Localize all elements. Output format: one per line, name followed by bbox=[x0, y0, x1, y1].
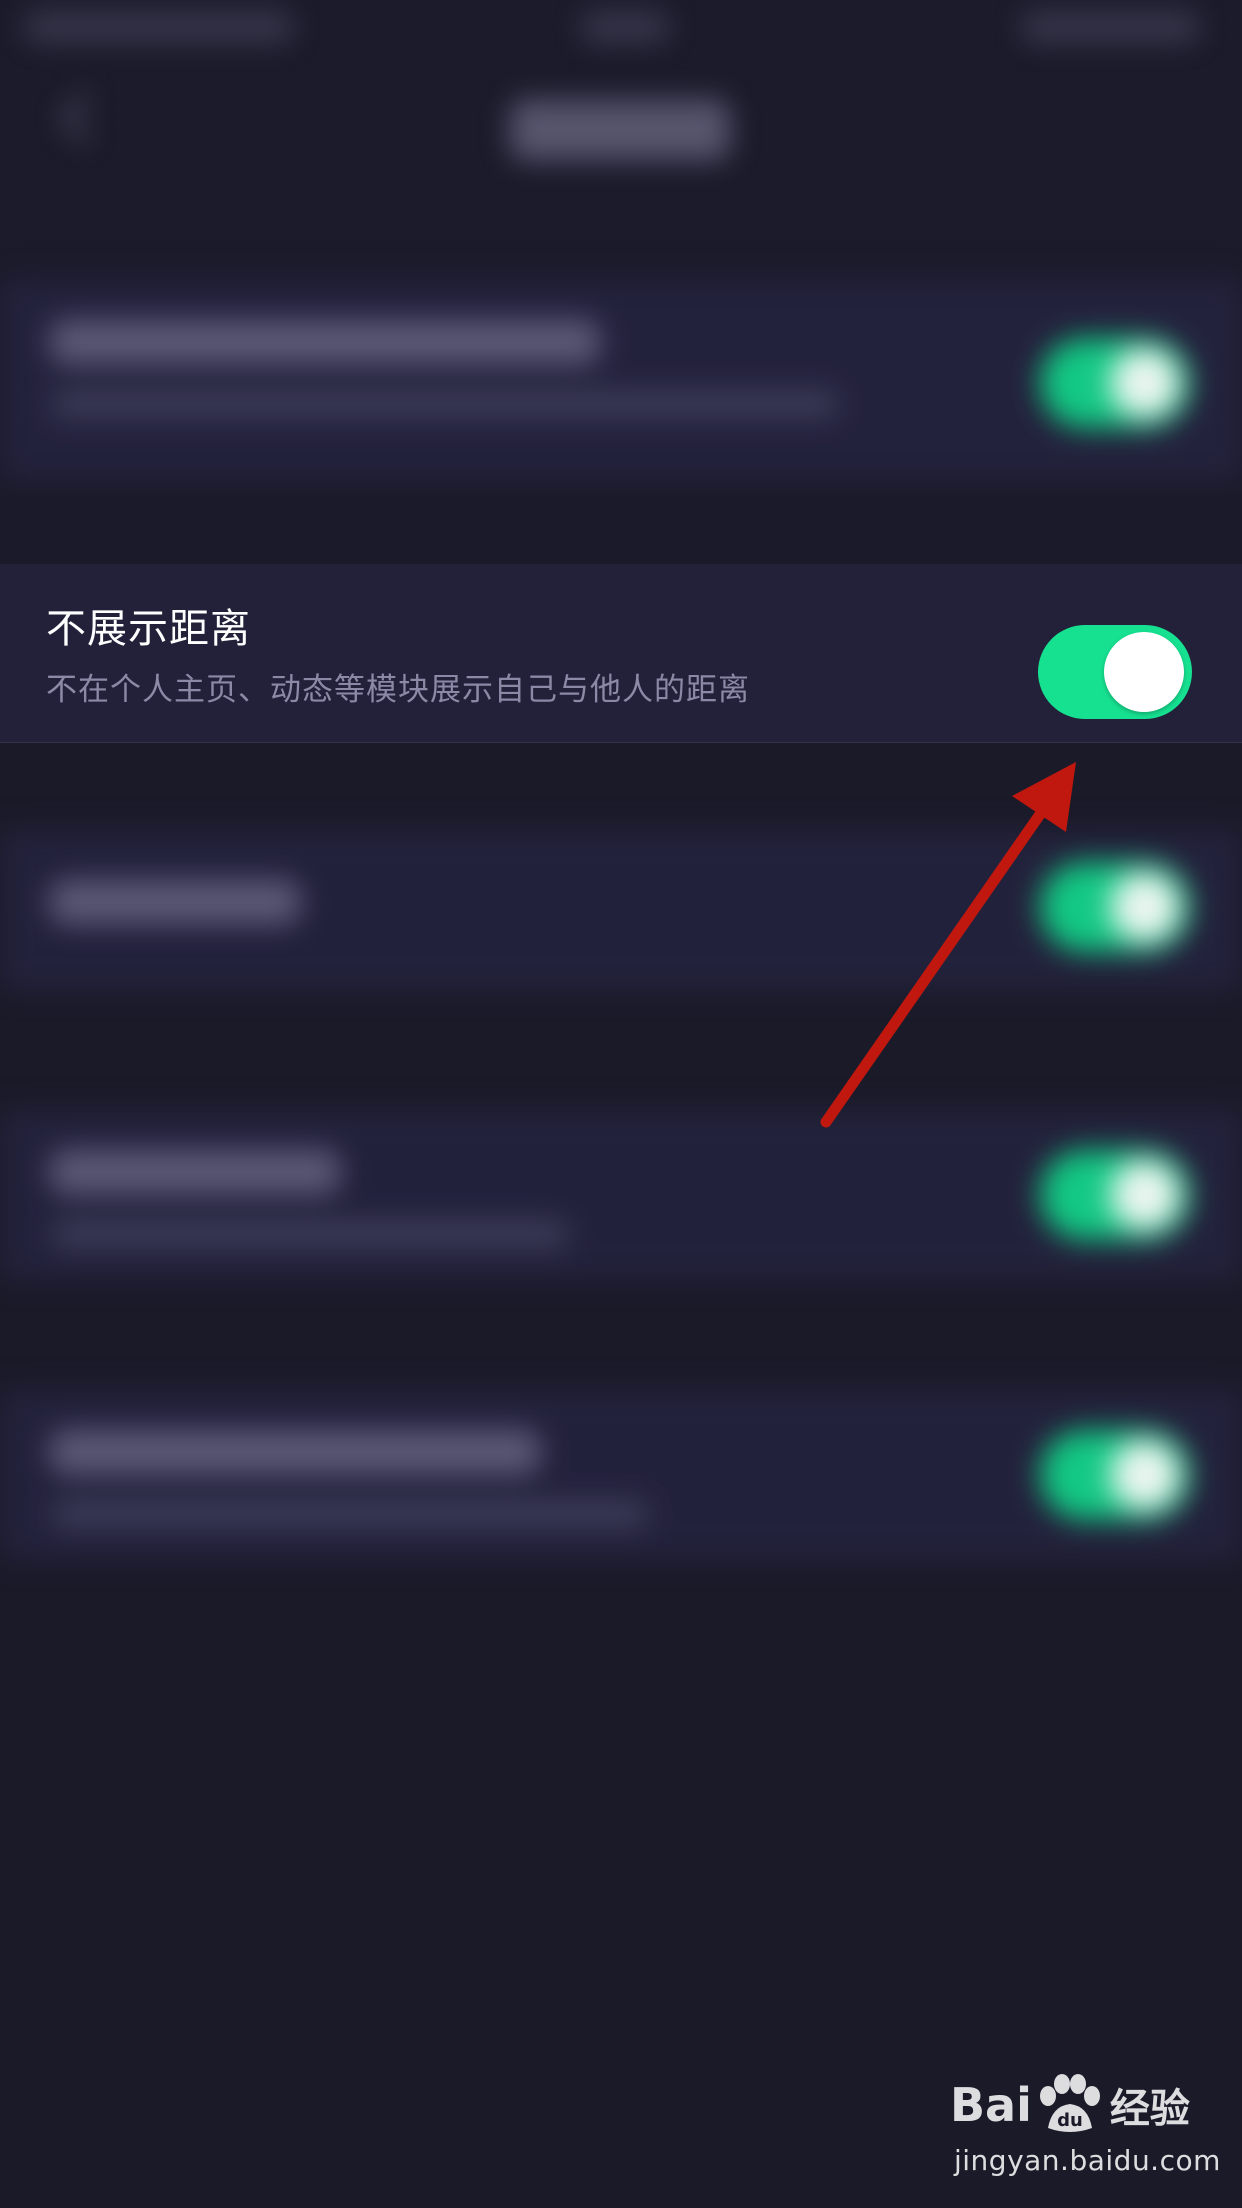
baidu-jingyan-watermark: Bai du 经验 jingyan.baidu.com bbox=[950, 2070, 1220, 2190]
blurred-background bbox=[0, 0, 1242, 2208]
blurred-toggle[interactable] bbox=[1040, 338, 1190, 428]
hide-distance-title: 不展示距离 bbox=[46, 606, 251, 652]
paw-icon: du bbox=[1039, 2074, 1100, 2132]
blurred-toggle[interactable] bbox=[1040, 1150, 1190, 1240]
watermark-url: jingyan.baidu.com bbox=[954, 2144, 1221, 2177]
watermark-brand-suffix: 经验 bbox=[1109, 2086, 1190, 2132]
toggle-knob bbox=[1104, 632, 1184, 712]
blurred-toggle[interactable] bbox=[1040, 1430, 1190, 1520]
hide-distance-row: 不展示距离 不在个人主页、动态等模块展示自己与他人的距离 bbox=[0, 564, 1242, 743]
blurred-row-2 bbox=[0, 830, 1242, 990]
status-bar bbox=[0, 0, 1242, 60]
hide-distance-description: 不在个人主页、动态等模块展示自己与他人的距离 bbox=[46, 672, 750, 708]
hide-distance-toggle[interactable] bbox=[1038, 625, 1192, 719]
blurred-row-3 bbox=[0, 1110, 1242, 1280]
nav-bar bbox=[0, 60, 1242, 190]
blurred-row-4 bbox=[0, 1390, 1242, 1560]
watermark-logo: Bai du 经验 bbox=[950, 2070, 1190, 2140]
blurred-toggle[interactable] bbox=[1040, 862, 1190, 952]
blurred-row-1 bbox=[0, 280, 1242, 480]
settings-screen: 不展示距离 不在个人主页、动态等模块展示自己与他人的距离 Bai du 经验 j… bbox=[0, 0, 1242, 2208]
svg-text:du: du bbox=[1057, 2110, 1083, 2131]
watermark-brand: Bai bbox=[950, 2078, 1032, 2132]
